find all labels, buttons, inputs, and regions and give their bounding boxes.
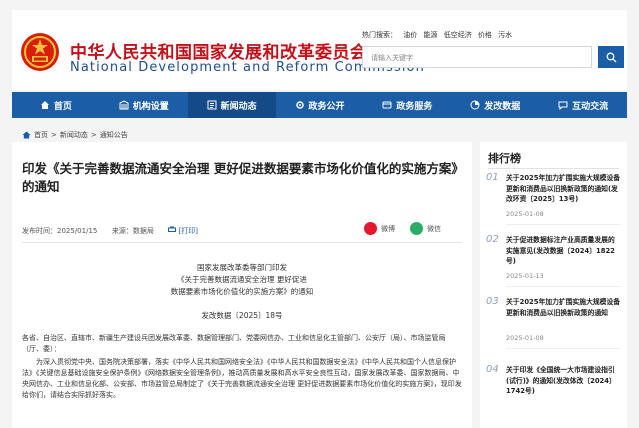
- hot-term[interactable]: 能源: [423, 31, 437, 39]
- nav-item-public-affairs[interactable]: 政务公开: [276, 92, 364, 118]
- hot-term[interactable]: 污水: [498, 31, 512, 39]
- divider: [506, 286, 621, 287]
- wechat-icon: [410, 222, 423, 235]
- divider: [22, 242, 462, 243]
- breadcrumb: 首页 > 新闻动态 > 通知公告: [22, 130, 128, 140]
- nav-label: 首页: [53, 101, 72, 112]
- main-nav: 首页 机构设置 新闻动态 政务公开 政务服务 发改数据 互动交流: [12, 92, 627, 118]
- share-weibo[interactable]: 微博: [364, 222, 395, 235]
- weibo-icon: [364, 222, 377, 235]
- rank-title[interactable]: 关于促进数据标注产业高质量发展的实施意见(发改数据〔2024〕1822号): [506, 235, 621, 267]
- rank-number: 04: [486, 364, 499, 375]
- site-header: 中华人民共和国国家发展和改革委员会 National Development a…: [12, 10, 627, 90]
- nav-label: 新闻动态: [220, 101, 257, 112]
- breadcrumb-separator: >: [90, 131, 97, 139]
- search-button[interactable]: [598, 46, 624, 68]
- nav-label: 发改数据: [484, 101, 521, 112]
- hot-search-label: 热门搜索：: [362, 31, 397, 39]
- divider: [488, 168, 619, 169]
- hot-term[interactable]: 低空经济: [444, 31, 472, 39]
- rank-title[interactable]: 关于2025年加力扩围实施大规模设备更新和消费品以旧换新政策的通知(发改环资〔2…: [506, 173, 621, 205]
- rank-title[interactable]: 关于2025年加力扩围实施大规模设备更新和消费品以旧换新政策的通知: [506, 297, 621, 318]
- breadcrumb-news[interactable]: 新闻动态: [60, 130, 88, 140]
- rank-date: 2025-01-08: [506, 210, 544, 218]
- ranking-title: 排行榜: [488, 152, 521, 165]
- printer-icon: [168, 226, 177, 232]
- hot-search: 热门搜索： 油价 能源 低空经济 价格 污水: [362, 30, 516, 40]
- recipients-paragraph: 各省、自治区、直辖市、新疆生产建设兵团发展改革委、数据管理部门、党委网信办、工业…: [22, 334, 446, 353]
- nav-item-home[interactable]: 首页: [12, 92, 100, 118]
- search-icon: [606, 52, 616, 62]
- article-source: 来源：数据局: [111, 227, 154, 235]
- service-icon: [382, 101, 392, 109]
- search-input[interactable]: 请输入关键字: [362, 46, 592, 68]
- ranking-sidebar: 排行榜 01 关于2025年加力扩围实施大规模设备更新和消费品以旧换新政策的通知…: [480, 142, 627, 428]
- body-paragraph: 为深入贯彻党中央、国务院决策部署，落实《中华人民共和国网络安全法》《中华人民共和…: [22, 358, 462, 399]
- rank-number: 02: [486, 234, 499, 245]
- gear-icon: [295, 101, 304, 109]
- national-emblem-icon[interactable]: [20, 32, 60, 72]
- breadcrumb-notices[interactable]: 通知公告: [100, 130, 128, 140]
- nav-item-interaction[interactable]: 互动交流: [539, 92, 627, 118]
- breadcrumb-home[interactable]: 首页: [34, 130, 48, 140]
- nav-label: 政务公开: [308, 101, 345, 112]
- chat-icon: [558, 101, 568, 110]
- nav-item-organization[interactable]: 机构设置: [100, 92, 188, 118]
- article-title: 印发《关于完善数据流通安全治理 更好促进数据要素市场化价值化的实施方案》的通知: [22, 161, 458, 194]
- divider: [506, 348, 621, 349]
- doc-title-line-1: 《关于完善数据流通安全治理 更好促进: [177, 275, 307, 284]
- rank-number: 03: [486, 296, 499, 307]
- rank-date: 2025-01-08: [506, 334, 544, 342]
- nav-label: 政务服务: [396, 101, 433, 112]
- hot-term[interactable]: 油价: [403, 31, 417, 39]
- page-frame: 中华人民共和国国家发展和改革委员会 National Development a…: [0, 0, 639, 428]
- share-wechat-label: 微信: [427, 224, 441, 233]
- share-weibo-label: 微博: [381, 224, 395, 233]
- divider: [506, 224, 621, 225]
- doc-number: 发改数据〔2025〕18号: [201, 311, 283, 320]
- nav-label: 机构设置: [132, 101, 169, 112]
- building-icon: [119, 100, 129, 110]
- issuer-line: 国家发展改革委等部门印发: [197, 263, 287, 272]
- print-link[interactable]: [打印]: [179, 227, 198, 235]
- nav-item-data[interactable]: 发改数据: [451, 92, 539, 118]
- rank-date: 2025-01-13: [506, 272, 544, 280]
- breadcrumb-separator: >: [51, 131, 57, 139]
- news-icon: [207, 100, 217, 110]
- nav-item-news[interactable]: 新闻动态: [187, 92, 276, 118]
- home-icon: [40, 101, 49, 109]
- nav-label: 互动交流: [572, 101, 609, 112]
- article-panel: 印发《关于完善数据流通安全治理 更好促进数据要素市场化价值化的实施方案》的通知 …: [12, 142, 472, 428]
- share-wechat[interactable]: 微信: [410, 222, 441, 235]
- nav-item-services[interactable]: 政务服务: [363, 92, 451, 118]
- publish-time: 发布时间：2025/01/15: [22, 227, 98, 235]
- hot-term[interactable]: 价格: [478, 31, 492, 39]
- doc-title-line-2: 数据要素市场化价值化的实施方案》的通知: [170, 287, 314, 296]
- rank-number: 01: [486, 172, 499, 183]
- article-meta: 发布时间：2025/01/15 来源：数据局 [打印]: [22, 226, 198, 236]
- rank-title[interactable]: 关于印发《全国统一大市场建设指引(试行)》的通知(发改体改〔2024〕1742号…: [506, 365, 621, 397]
- home-icon: [22, 131, 31, 139]
- data-icon: [470, 100, 480, 110]
